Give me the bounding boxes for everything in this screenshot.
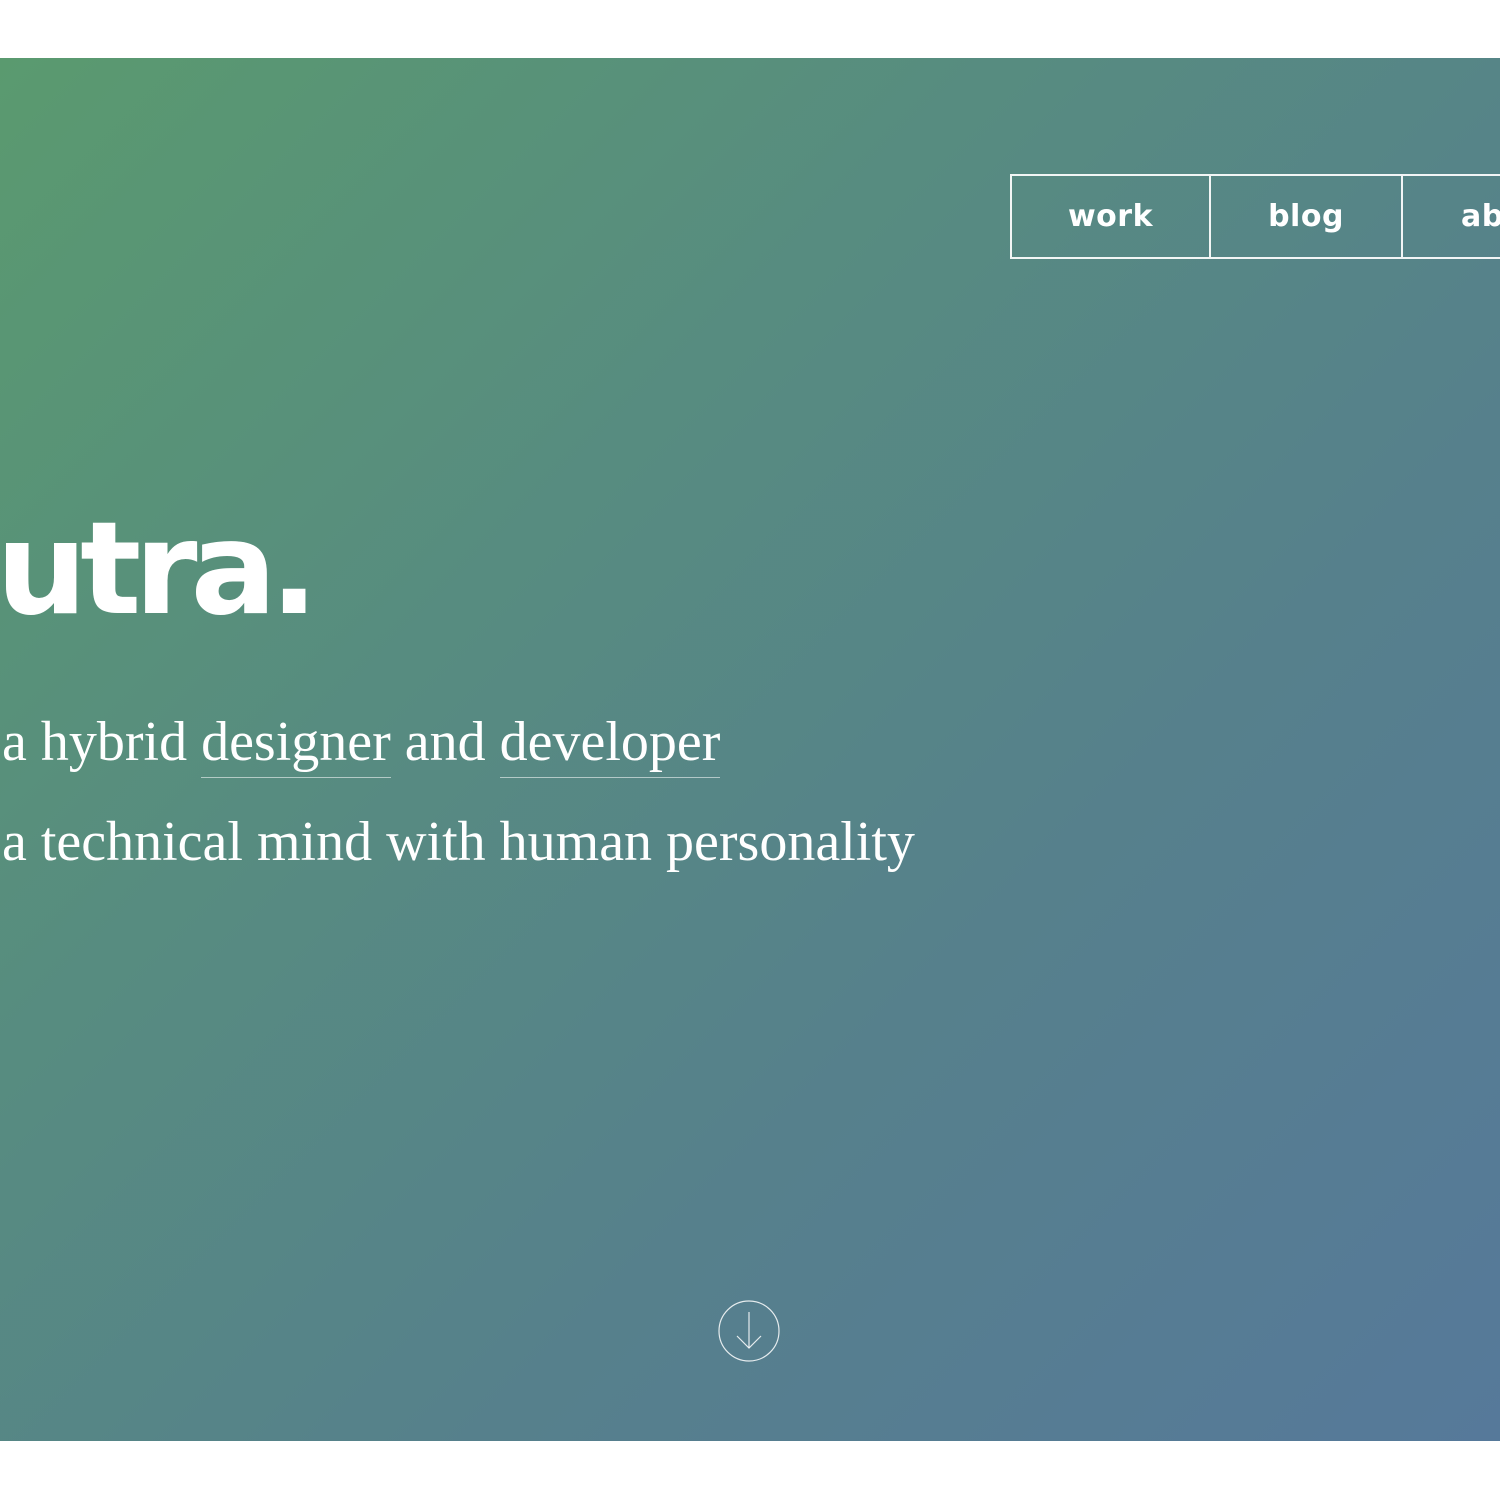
- nav-item-blog[interactable]: blog: [1211, 176, 1403, 257]
- arrow-down-circle-icon: [718, 1300, 780, 1362]
- tagline-middle: and: [390, 711, 500, 773]
- developer-link[interactable]: developer: [499, 711, 721, 778]
- main-nav: work blog ab: [1010, 174, 1500, 259]
- scroll-down-button[interactable]: [718, 1300, 780, 1362]
- hero-section: work blog ab utra. a hybrid designer and…: [0, 58, 1500, 1441]
- designer-link[interactable]: designer: [201, 711, 391, 778]
- tagline-prefix: a hybrid: [2, 711, 202, 773]
- tagline-technical-mind: a technical mind with human personality: [2, 811, 915, 873]
- tagline-hybrid: a hybrid designer and developer: [2, 711, 721, 778]
- nav-item-work[interactable]: work: [1012, 176, 1211, 257]
- nav-item-about[interactable]: ab: [1403, 176, 1500, 257]
- site-brand-title: utra.: [0, 495, 318, 644]
